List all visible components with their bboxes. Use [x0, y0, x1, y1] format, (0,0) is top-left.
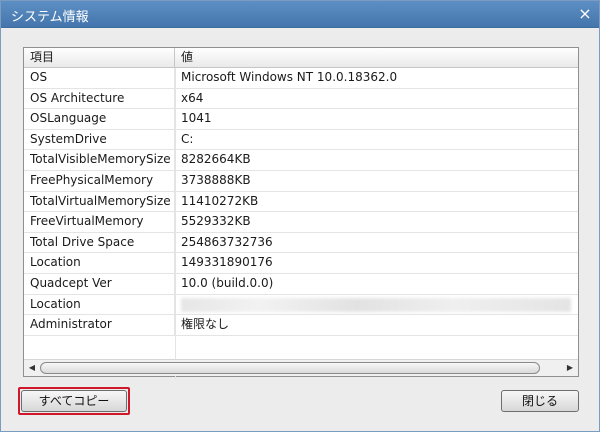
table-row[interactable]: TotalVirtualMemorySize 11410272KB	[24, 191, 578, 213]
row-value: C:	[181, 131, 194, 146]
row-value: 254863732736	[181, 234, 273, 249]
row-value: 11410272KB	[181, 193, 259, 208]
row-value: 149331890176	[181, 255, 273, 270]
redacted-value	[181, 297, 571, 312]
window-title: システム情報	[11, 10, 89, 25]
row-key: TotalVirtualMemorySize	[24, 191, 175, 212]
grid-header: 項目 値	[24, 48, 578, 68]
close-icon[interactable]: ×	[575, 4, 595, 24]
close-button[interactable]: 閉じる	[501, 390, 579, 412]
table-row[interactable]: FreePhysicalMemory 3738888KB	[24, 170, 578, 192]
table-row[interactable]: FreeVirtualMemory 5529332KB	[24, 212, 578, 233]
column-header-item[interactable]: 項目	[24, 48, 175, 67]
row-value: 3738888KB	[181, 172, 251, 187]
row-key: FreePhysicalMemory	[24, 170, 175, 191]
scrollbar-thumb[interactable]	[40, 362, 540, 374]
grid-rows: OS Microsoft Windows NT 10.0.18362.0 OS Ar…	[24, 68, 578, 380]
row-key: OS	[24, 68, 175, 88]
horizontal-scrollbar[interactable]: ◀ ▶	[24, 359, 578, 376]
row-key: OS Architecture	[24, 88, 175, 109]
table-row[interactable]: Location 149331890176	[24, 253, 578, 274]
row-key: Administrator	[24, 315, 175, 335]
table-row[interactable]: SystemDrive C:	[24, 129, 578, 151]
table-row[interactable]: Location	[24, 294, 578, 316]
row-key: OSLanguage	[24, 109, 175, 129]
row-key: FreeVirtualMemory	[24, 212, 175, 232]
table-row[interactable]: Total Drive Space 254863732736	[24, 232, 578, 254]
table-row[interactable]: Quadcept Ver 10.0 (build.0.0)	[24, 273, 578, 295]
system-info-dialog: システム情報 × 項目 値 OS Microsoft Windows NT 10.…	[0, 0, 600, 432]
row-value: 権限なし	[181, 317, 230, 332]
row-value	[175, 295, 578, 315]
row-value: 5529332KB	[181, 214, 251, 229]
row-value: 10.0 (build.0.0)	[181, 275, 274, 290]
row-value: 1041	[181, 111, 212, 126]
row-key: Location	[24, 253, 175, 273]
table-row[interactable]: OSLanguage 1041	[24, 109, 578, 130]
row-value: Microsoft Windows NT 10.0.18362.0	[181, 70, 398, 84]
row-key: SystemDrive	[24, 129, 175, 150]
table-row[interactable]: Administrator 権限なし	[24, 315, 578, 336]
row-key: TotalVisibleMemorySize	[24, 150, 175, 170]
scroll-right-icon[interactable]: ▶	[563, 360, 577, 376]
table-row[interactable]: OS Architecture x64	[24, 88, 578, 110]
row-key: Quadcept Ver	[24, 273, 175, 294]
table-row[interactable]: OS Microsoft Windows NT 10.0.18362.0	[24, 68, 578, 89]
row-value: x64	[181, 90, 204, 105]
title-bar[interactable]: システム情報 ×	[1, 1, 599, 28]
row-value: 8282664KB	[181, 152, 251, 167]
column-header-value[interactable]: 値	[175, 48, 578, 67]
row-key: Location	[24, 294, 175, 315]
copy-all-button[interactable]: すべてコピー	[21, 390, 127, 412]
row-key: Total Drive Space	[24, 232, 175, 253]
scroll-left-icon[interactable]: ◀	[25, 360, 39, 376]
table-row[interactable]: TotalVisibleMemorySize 8282664KB	[24, 150, 578, 171]
system-info-grid[interactable]: 項目 値 OS Microsoft Windows NT 10.0.18362.0…	[23, 47, 579, 380]
